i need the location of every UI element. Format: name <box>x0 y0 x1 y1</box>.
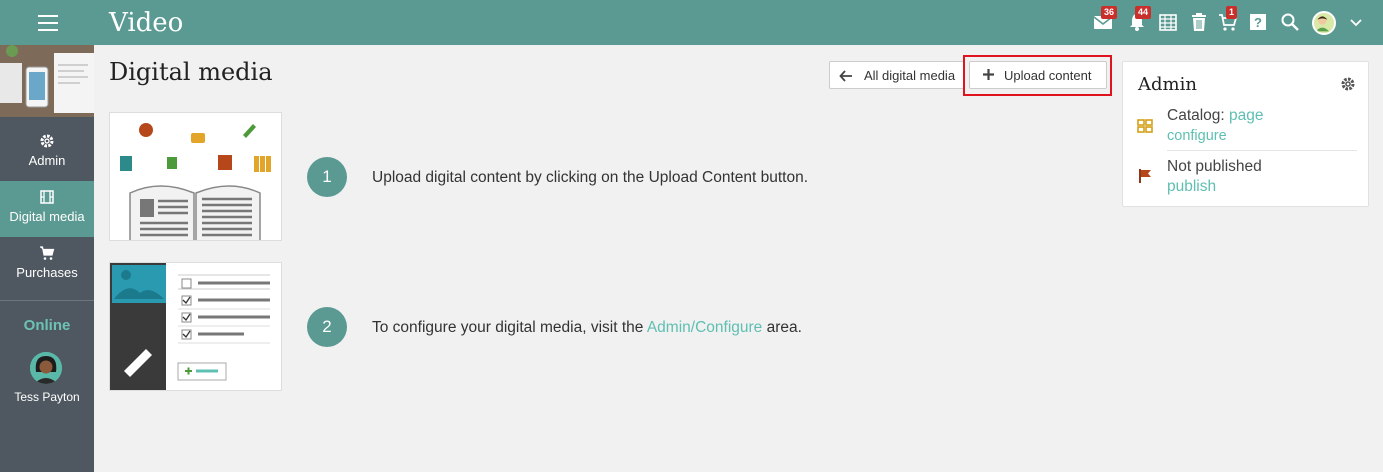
sidebar-item-label: Admin <box>28 153 66 168</box>
catalog-label: Catalog: <box>1167 107 1230 124</box>
step-number: 2 <box>307 307 347 347</box>
all-digital-media-label: All digital media <box>864 68 956 83</box>
sidebar-item-admin[interactable]: Admin <box>0 125 94 181</box>
sidebar-item-digital-media[interactable]: Digital media <box>0 181 94 237</box>
chevron-down-icon[interactable] <box>1349 16 1363 30</box>
avatar[interactable] <box>1312 11 1336 35</box>
catalog-page-link[interactable]: page <box>1229 107 1263 124</box>
arrow-left-icon <box>839 70 852 82</box>
step-text-before: To configure your digital media, visit t… <box>372 319 647 336</box>
film-icon <box>40 190 54 204</box>
sidebar: Admin Digital media Purchases Online Tes… <box>0 45 94 472</box>
user-name: Tess Payton <box>14 390 80 404</box>
messages-badge: 36 <box>1101 6 1118 19</box>
step-number: 1 <box>307 157 347 197</box>
cart-icon[interactable]: 1 <box>1218 6 1240 34</box>
step-text: Upload digital content by clicking on th… <box>372 169 809 186</box>
sidebar-item-label: Digital media <box>9 209 85 224</box>
upload-content-label: Upload content <box>1004 68 1092 83</box>
envelope-icon[interactable]: 36 <box>1093 6 1118 34</box>
sidebar-banner-image <box>0 45 94 117</box>
svg-text:?: ? <box>1254 15 1262 30</box>
sidebar-item-purchases[interactable]: Purchases <box>0 237 94 293</box>
notifications-badge: 44 <box>1135 6 1152 19</box>
catalog-icon <box>1137 118 1153 134</box>
page-title: Digital media <box>109 58 273 86</box>
catalog-line: Catalog: page <box>1167 107 1264 125</box>
flag-icon <box>1137 168 1153 184</box>
user-avatar[interactable] <box>30 352 62 384</box>
help-icon[interactable]: ? <box>1248 12 1270 34</box>
all-digital-media-button[interactable]: All digital media <box>829 61 965 89</box>
configure-illustration <box>109 262 282 391</box>
menu-icon[interactable] <box>38 15 58 31</box>
configure-link[interactable]: configure <box>1167 128 1227 144</box>
upload-illustration <box>109 112 282 241</box>
online-label: Online <box>23 317 71 334</box>
gear-icon[interactable] <box>1340 76 1356 92</box>
step-text-after: area. <box>762 319 802 336</box>
sidebar-item-label: Purchases <box>16 265 78 280</box>
bell-icon[interactable]: 44 <box>1127 6 1152 34</box>
top-bar: Video 36 44 1 ? <box>0 0 1383 45</box>
admin-panel-title: Admin <box>1138 74 1197 95</box>
sidebar-divider <box>0 300 94 301</box>
trash-icon[interactable] <box>1189 12 1211 34</box>
app-title: Video <box>109 8 184 38</box>
step-text: To configure your digital media, visit t… <box>372 319 802 337</box>
upload-content-button[interactable]: Upload content <box>969 61 1107 89</box>
cart-badge: 1 <box>1226 6 1238 19</box>
status-text: Not published <box>1167 158 1262 175</box>
search-icon[interactable] <box>1280 12 1302 34</box>
admin-configure-link[interactable]: Admin/Configure <box>647 319 762 336</box>
cart-icon <box>40 246 55 260</box>
plus-icon <box>983 69 994 80</box>
gear-icon <box>40 134 54 148</box>
calendar-icon[interactable] <box>1158 12 1180 34</box>
admin-panel: Admin Catalog: page configure Not publis… <box>1122 61 1369 207</box>
admin-panel-divider <box>1167 150 1357 151</box>
publish-link[interactable]: publish <box>1167 178 1216 196</box>
